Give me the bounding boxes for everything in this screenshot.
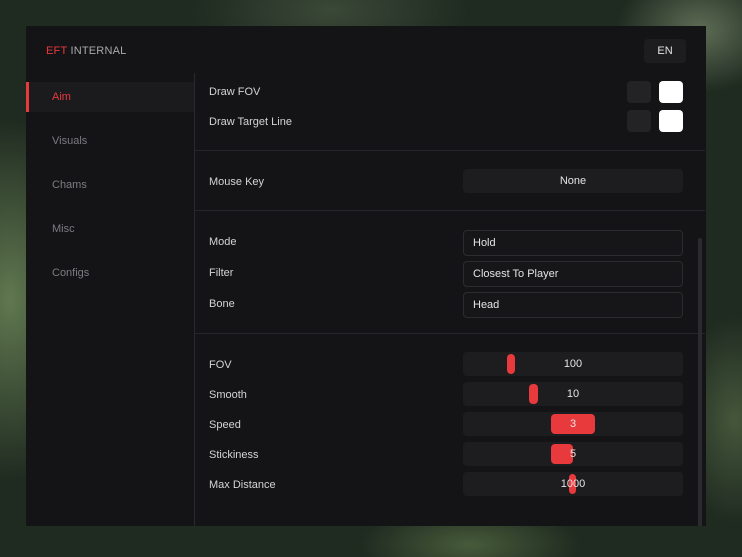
draw-target-line-color-secondary[interactable] — [627, 110, 651, 132]
sidebar: Aim Visuals Chams Misc Configs — [26, 76, 194, 526]
speed-slider[interactable]: 3 — [463, 412, 683, 436]
stickiness-slider[interactable]: 5 — [463, 442, 683, 466]
sidebar-item-aim[interactable]: Aim — [26, 82, 194, 112]
panel-scrollbar[interactable] — [698, 238, 702, 526]
sidebar-item-chams[interactable]: Chams — [26, 170, 194, 200]
sidebar-item-configs[interactable]: Configs — [26, 258, 194, 288]
max-distance-slider-value: 1000 — [560, 478, 586, 490]
sidebar-item-visuals[interactable]: Visuals — [26, 126, 194, 156]
smooth-slider[interactable]: 10 — [463, 382, 683, 406]
draw-fov-color-primary[interactable] — [659, 81, 683, 103]
fov-label: FOV — [209, 359, 232, 371]
brand-rest: INTERNAL — [70, 45, 127, 57]
stickiness-slider-value: 5 — [569, 448, 577, 460]
sidebar-item-misc[interactable]: Misc — [26, 214, 194, 244]
draw-target-line-label: Draw Target Line — [209, 116, 292, 128]
draw-fov-label: Draw FOV — [209, 86, 261, 98]
stickiness-label: Stickiness — [209, 449, 259, 461]
draw-fov-color-secondary[interactable] — [627, 81, 651, 103]
language-button[interactable]: EN — [644, 39, 686, 63]
mode-select[interactable]: Hold — [463, 230, 683, 256]
menu-header: EFT INTERNAL EN — [26, 26, 706, 76]
max-distance-slider[interactable]: 1000 — [463, 472, 683, 496]
settings-panel: Draw FOV Draw Target Line Mouse Key None… — [194, 73, 706, 526]
fov-slider[interactable]: 100 — [463, 352, 683, 376]
brand-accent: EFT — [46, 45, 68, 57]
mouse-key-label: Mouse Key — [209, 176, 265, 188]
mode-label: Mode — [209, 236, 237, 248]
menu-window: EFT INTERNAL EN Aim Visuals Chams Misc C… — [26, 26, 706, 526]
max-distance-label: Max Distance — [209, 479, 276, 491]
section-divider — [195, 333, 705, 334]
brand-title: EFT INTERNAL — [46, 45, 126, 57]
section-divider — [195, 150, 705, 151]
mouse-key-button[interactable]: None — [463, 169, 683, 193]
smooth-slider-value: 10 — [566, 388, 580, 400]
draw-target-line-color-primary[interactable] — [659, 110, 683, 132]
speed-label: Speed — [209, 419, 241, 431]
speed-slider-value: 3 — [569, 418, 577, 430]
smooth-label: Smooth — [209, 389, 247, 401]
bone-label: Bone — [209, 298, 235, 310]
filter-label: Filter — [209, 267, 234, 279]
section-divider — [195, 210, 705, 211]
fov-slider-value: 100 — [563, 358, 583, 370]
filter-select[interactable]: Closest To Player — [463, 261, 683, 287]
bone-select[interactable]: Head — [463, 292, 683, 318]
